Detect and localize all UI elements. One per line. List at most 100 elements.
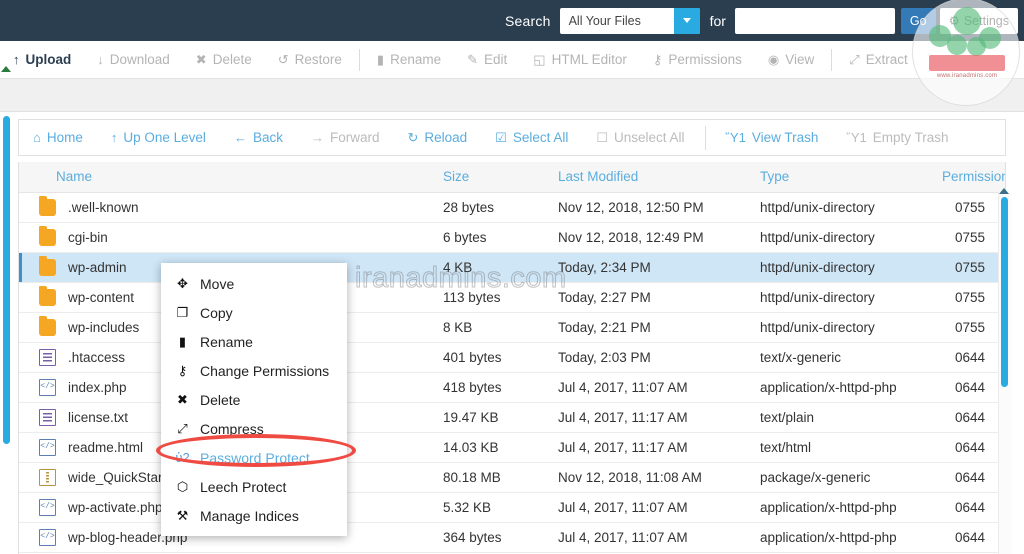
column-header-name[interactable]: Name — [19, 162, 437, 193]
nav-button-home[interactable]: ⌂ Home — [19, 120, 97, 155]
cell-size: 14.03 KB — [437, 432, 552, 463]
cell-type: httpd/unix-directory — [754, 222, 936, 253]
cell-size: 28 bytes — [437, 192, 552, 223]
move-icon: ✥ — [177, 275, 188, 291]
cell-type: application/x-httpd-php — [754, 372, 936, 403]
toolbar-separator — [358, 48, 360, 71]
cell-last-modified: Today, 2:03 PM — [552, 342, 754, 373]
context-menu-item-manage-indices[interactable]: ⚒ Manage Indices — [161, 501, 347, 530]
arrow-right-icon: → — [310, 130, 324, 145]
cell-size: 113 bytes — [437, 282, 552, 313]
cell-last-modified: Jul 4, 2017, 11:07 AM — [552, 522, 754, 553]
nav-button-label: Home — [46, 130, 83, 145]
context-menu-item-label: Compress — [200, 420, 264, 437]
extract-icon: ⤢ — [849, 52, 860, 67]
toolbar-button-upload[interactable]: ↑ Upload — [0, 41, 84, 79]
cell-type: httpd/unix-directory — [754, 192, 936, 223]
list-scrollbar-thumb[interactable] — [1001, 197, 1008, 387]
toolbar-button-restore: ↺ Restore — [265, 41, 355, 79]
cell-size: 19.47 KB — [437, 402, 552, 433]
file-name-label: .htaccess — [68, 349, 126, 365]
archive-file-icon — [39, 468, 56, 486]
cell-last-modified: Nov 12, 2018, 12:49 PM — [552, 222, 754, 253]
context-menu-item-password-protect[interactable]: ὑ2 Password Protect — [161, 443, 347, 472]
nav-button-unselect-all: ☐ Unselect All — [582, 120, 698, 155]
context-menu-item-compress[interactable]: ⤢ Compress — [161, 414, 347, 443]
search-input[interactable] — [734, 7, 895, 34]
cell-type: text/x-generic — [754, 342, 936, 373]
cell-size: 401 bytes — [437, 342, 552, 373]
context-menu-item-move[interactable]: ✥ Move — [161, 269, 347, 298]
file-name-label: .well-known — [68, 199, 139, 215]
nav-button-label: Select All — [512, 130, 569, 145]
file-name-label: license.txt — [68, 409, 129, 425]
nav-button-select-all[interactable]: ☑ Select All — [481, 120, 582, 155]
chevron-down-icon[interactable] — [673, 7, 700, 34]
context-menu-item-rename[interactable]: ▮ Rename — [161, 327, 347, 356]
download-icon: ↓ — [97, 52, 104, 67]
toolbar-button-label: Upload — [25, 52, 72, 67]
code-file-icon: </> — [39, 528, 56, 546]
restore-icon: ↺ — [277, 52, 289, 67]
nav-separator — [704, 125, 706, 150]
text-file-icon — [39, 348, 56, 366]
nav-button-label: Up One Level — [123, 130, 206, 145]
file-icon: ▮ — [178, 333, 187, 349]
file-name-wrapper: .well-known — [25, 195, 431, 216]
pencil-icon: ✎ — [467, 52, 479, 67]
settings-label: Settings — [963, 13, 1009, 28]
context-menu-item-change-permissions[interactable]: ⚷ Change Permissions — [161, 356, 347, 385]
nav-button-reload[interactable]: ↻ Reload — [393, 120, 481, 155]
cell-type: httpd/unix-directory — [754, 312, 936, 343]
page-scrollbar-left[interactable] — [3, 116, 10, 444]
cell-name[interactable]: cgi-bin — [19, 222, 437, 253]
file-name-wrapper: cgi-bin — [25, 225, 431, 246]
nav-button-view-trash[interactable]: Ὕ1 View Trash — [712, 120, 833, 155]
cell-size: 80.18 MB — [437, 462, 552, 493]
cell-permissions: 0644 — [936, 492, 1005, 523]
nav-button-label: Forward — [329, 130, 380, 145]
top-search-bar: Search All Your Files for Go ⚙ Settings — [0, 0, 1024, 41]
file-name-label: index.php — [68, 379, 127, 395]
list-scroll-up-arrow[interactable] — [999, 188, 1009, 194]
cell-type: text/plain — [754, 402, 936, 433]
cell-last-modified: Jul 4, 2017, 11:07 AM — [552, 372, 754, 403]
cell-permissions: 0755 — [936, 222, 1005, 253]
left-scroll-up-arrow[interactable] — [1, 66, 11, 72]
folder-icon — [39, 195, 56, 216]
column-header-last-modified[interactable]: Last Modified — [552, 162, 754, 193]
cell-size: 4 KB — [437, 252, 552, 283]
close-x-icon: ✖ — [177, 391, 188, 407]
shield-icon: ⬡ — [176, 478, 189, 494]
context-menu-item-label: Move — [200, 275, 235, 292]
nav-button-label: Unselect All — [614, 130, 685, 145]
context-menu-item-label: Leech Protect — [200, 478, 287, 495]
context-menu-item-copy[interactable]: ❐ Copy — [161, 298, 347, 327]
column-header-size[interactable]: Size — [437, 162, 552, 193]
toolbar-button-permissions: ⚷ Permissions — [640, 41, 755, 79]
nav-button-back[interactable]: ← Back — [220, 120, 297, 155]
file-table-head: Name Size Last Modified Type Permissions — [19, 162, 1005, 193]
nav-button-label: View Trash — [751, 130, 819, 145]
table-row[interactable]: .well-known 28 bytes Nov 12, 2018, 12:50 P… — [19, 192, 1005, 223]
cell-name[interactable]: .well-known — [19, 192, 437, 223]
file-name-label: wide_QuickStart — [68, 469, 167, 485]
cell-type: package/x-generic — [754, 462, 936, 493]
cell-permissions: 0755 — [936, 192, 1005, 223]
column-header-permissions[interactable]: Permissions — [936, 162, 1005, 193]
file-name-label: cgi-bin — [68, 229, 108, 245]
cell-permissions: 0755 — [936, 252, 1005, 283]
cell-type: httpd/unix-directory — [754, 282, 936, 313]
column-header-type[interactable]: Type — [754, 162, 936, 193]
cell-type: application/x-httpd-php — [754, 492, 936, 523]
nav-button-up-one-level[interactable]: ↑ Up One Level — [97, 120, 220, 155]
settings-button[interactable]: ⚙ Settings — [939, 7, 1018, 34]
cell-type: application/x-httpd-php — [754, 522, 936, 553]
context-menu-item-leech-protect[interactable]: ⬡ Leech Protect — [161, 472, 347, 501]
context-menu-item-delete[interactable]: ✖ Delete — [161, 385, 347, 414]
cell-permissions: 0644 — [936, 432, 1005, 463]
search-go-button[interactable]: Go — [900, 7, 936, 34]
table-row[interactable]: cgi-bin 6 bytes Nov 12, 2018, 12:49 PM http… — [19, 222, 1005, 253]
arrow-left-icon: ← — [233, 130, 247, 145]
search-scope-select[interactable]: All Your Files — [559, 7, 700, 34]
